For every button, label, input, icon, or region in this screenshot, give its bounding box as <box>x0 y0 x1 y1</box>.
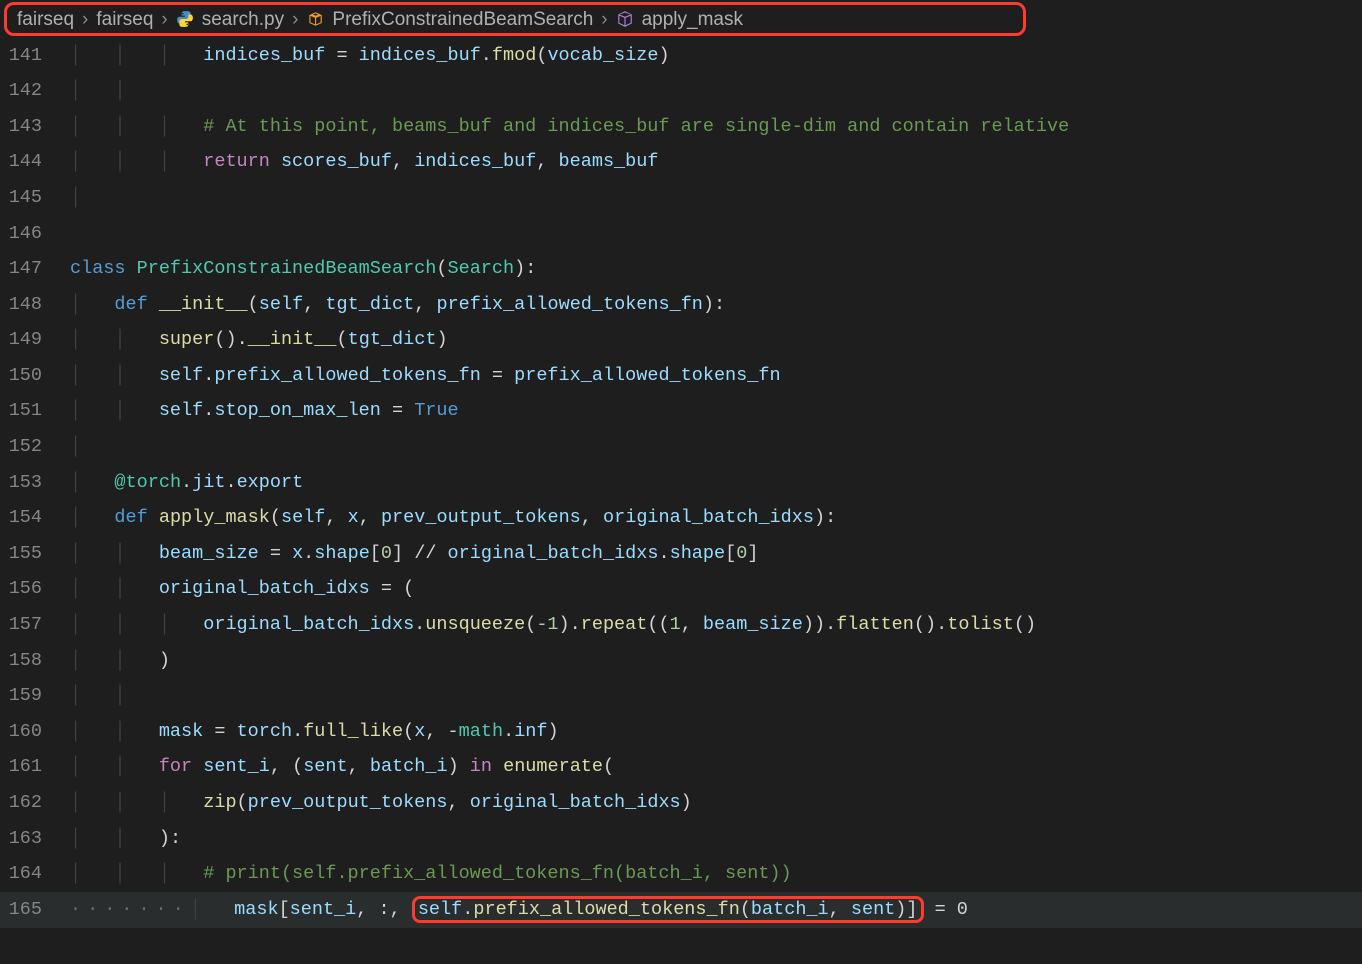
code-line[interactable]: 147 class PrefixConstrainedBeamSearch(Se… <box>0 252 1362 288</box>
code-line[interactable]: 156 │ │ original_batch_idxs = ( <box>0 572 1362 608</box>
code-line[interactable]: 155 │ │ beam_size = x.shape[0] // origin… <box>0 536 1362 572</box>
code-line[interactable]: 158 │ │ ) <box>0 643 1362 679</box>
code-line[interactable]: 164 │ │ │ # print(self.prefix_allowed_to… <box>0 857 1362 893</box>
line-number: 155 <box>0 545 70 564</box>
line-number: 152 <box>0 438 70 457</box>
line-number: 158 <box>0 652 70 671</box>
class-icon <box>306 10 324 28</box>
line-number: 157 <box>0 616 70 635</box>
line-number: 165 <box>0 901 70 920</box>
code-line[interactable]: 153 │ @torch.jit.export <box>0 465 1362 501</box>
line-number: 161 <box>0 758 70 777</box>
code-line[interactable]: 160 │ │ mask = torch.full_like(x, -math.… <box>0 714 1362 750</box>
line-number: 154 <box>0 509 70 528</box>
line-number: 144 <box>0 153 70 172</box>
breadcrumb-seg[interactable]: search.py <box>202 10 284 29</box>
code-line[interactable]: 159 │ │ <box>0 679 1362 715</box>
code-line[interactable]: 161 │ │ for sent_i, (sent, batch_i) in e… <box>0 750 1362 786</box>
line-number: 163 <box>0 830 70 849</box>
chevron-right-icon: › <box>292 10 298 29</box>
breadcrumb-seg[interactable]: PrefixConstrainedBeamSearch <box>332 10 593 29</box>
code-line[interactable]: 144 │ │ │ return scores_buf, indices_buf… <box>0 145 1362 181</box>
code-line[interactable]: 141 │ │ │ indices_buf = indices_buf.fmod… <box>0 38 1362 74</box>
breadcrumb[interactable]: fairseq › fairseq › search.py › PrefixCo… <box>4 2 1026 36</box>
chevron-right-icon: › <box>161 10 167 29</box>
code-line[interactable]: 145 │ <box>0 180 1362 216</box>
line-number: 145 <box>0 189 70 208</box>
line-number: 159 <box>0 687 70 706</box>
line-number: 149 <box>0 331 70 350</box>
code-line[interactable]: 151 │ │ self.stop_on_max_len = True <box>0 394 1362 430</box>
breadcrumb-seg[interactable]: fairseq <box>96 10 153 29</box>
breadcrumb-seg[interactable]: apply_mask <box>642 10 743 29</box>
chevron-right-icon: › <box>82 10 88 29</box>
method-icon <box>616 10 634 28</box>
line-number: 153 <box>0 474 70 493</box>
code-line[interactable]: 152 │ <box>0 430 1362 466</box>
line-number: 150 <box>0 367 70 386</box>
code-line[interactable]: 163 │ │ ): <box>0 821 1362 857</box>
line-number: 151 <box>0 402 70 421</box>
line-number: 143 <box>0 118 70 137</box>
line-number: 148 <box>0 296 70 315</box>
line-number: 162 <box>0 794 70 813</box>
code-line-current[interactable]: 165 ·······│ mask[sent_i, :, self.prefix… <box>0 892 1362 928</box>
code-line[interactable]: 150 │ │ self.prefix_allowed_tokens_fn = … <box>0 358 1362 394</box>
code-line[interactable]: 146 <box>0 216 1362 252</box>
code-line[interactable]: 162 │ │ │ zip(prev_output_tokens, origin… <box>0 785 1362 821</box>
breadcrumb-seg[interactable]: fairseq <box>17 10 74 29</box>
code-line[interactable]: 157 │ │ │ original_batch_idxs.unsqueeze(… <box>0 608 1362 644</box>
code-line[interactable]: 149 │ │ super().__init__(tgt_dict) <box>0 323 1362 359</box>
code-line[interactable]: 148 │ def __init__(self, tgt_dict, prefi… <box>0 287 1362 323</box>
line-number: 146 <box>0 225 70 244</box>
line-number: 156 <box>0 580 70 599</box>
code-line[interactable]: 142 │ │ <box>0 74 1362 110</box>
line-number: 147 <box>0 260 70 279</box>
line-number: 142 <box>0 82 70 101</box>
line-number: 164 <box>0 865 70 884</box>
code-line[interactable]: 154 │ def apply_mask(self, x, prev_outpu… <box>0 501 1362 537</box>
line-number: 160 <box>0 723 70 742</box>
line-number: 141 <box>0 47 70 66</box>
chevron-right-icon: › <box>601 10 607 29</box>
highlighted-expression: self.prefix_allowed_tokens_fn(batch_i, s… <box>412 896 924 923</box>
code-editor[interactable]: 141 │ │ │ indices_buf = indices_buf.fmod… <box>0 38 1362 928</box>
code-line[interactable]: 143 │ │ │ # At this point, beams_buf and… <box>0 109 1362 145</box>
python-file-icon <box>176 10 194 28</box>
